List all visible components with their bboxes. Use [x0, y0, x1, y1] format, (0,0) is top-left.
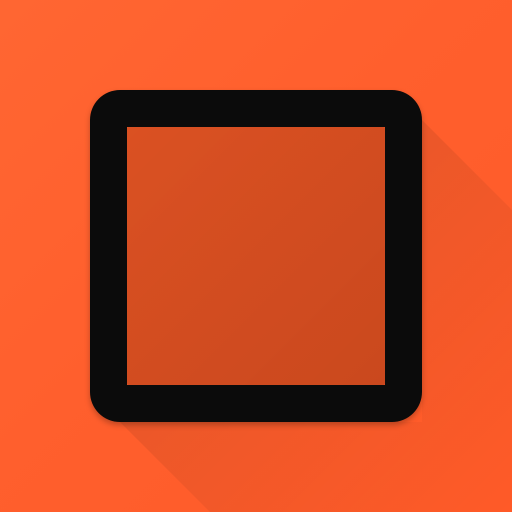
- square-fill: [127, 127, 385, 385]
- stop-square-icon: [90, 90, 422, 422]
- app-icon: [0, 0, 512, 512]
